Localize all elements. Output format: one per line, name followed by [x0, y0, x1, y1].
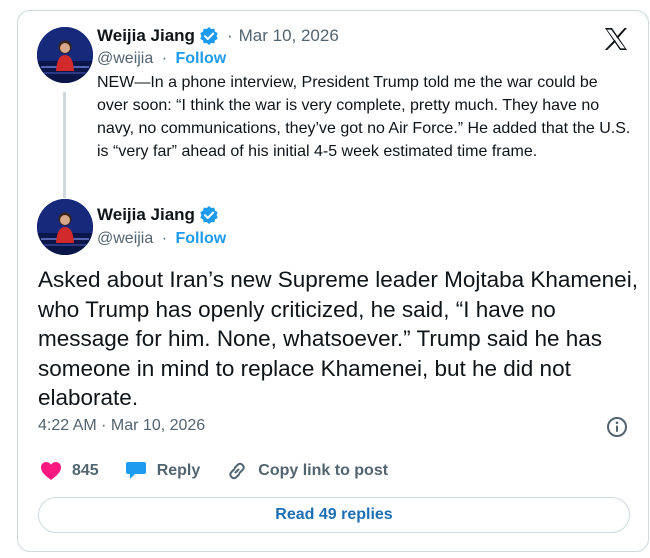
reply-label: Reply: [156, 462, 201, 479]
tweet-timestamp[interactable]: 4:22 AM · Mar 10, 2026: [38, 417, 205, 435]
separator-dot: ·: [161, 50, 168, 67]
like-button[interactable]: 845: [40, 461, 99, 481]
follow-button[interactable]: Follow: [176, 50, 227, 67]
read-replies-button[interactable]: Read 49 replies: [38, 497, 630, 533]
quoted-tweet-text: NEW—In a phone interview, President Trum…: [97, 74, 631, 160]
quoted-date[interactable]: Mar 10, 2026: [239, 26, 339, 46]
info-icon[interactable]: [606, 416, 628, 443]
quoted-handle[interactable]: @weijia: [97, 50, 153, 67]
read-replies-label: Read 49 replies: [275, 506, 393, 523]
x-logo-icon[interactable]: [603, 27, 629, 56]
main-handle[interactable]: @weijia: [97, 230, 153, 247]
main-author-avatar[interactable]: [37, 199, 93, 255]
heart-icon: [41, 462, 61, 480]
reply-button[interactable]: Reply: [125, 461, 201, 481]
separator-dot: ·: [226, 26, 233, 45]
quoted-author-name[interactable]: Weijia Jiang: [97, 26, 195, 46]
action-bar: 845 Reply Copy link to post: [40, 460, 414, 482]
main-author-row: Weijia Jiang: [97, 205, 219, 225]
like-count: 845: [72, 462, 99, 479]
copy-link-label: Copy link to post: [258, 462, 389, 479]
thread-connector: [63, 92, 66, 198]
reply-bubble-icon: [125, 462, 146, 479]
link-icon: [229, 462, 246, 480]
verified-badge-icon: [199, 205, 219, 225]
separator-dot: ·: [161, 230, 168, 247]
verified-badge-icon: [199, 26, 219, 46]
copy-link-button[interactable]: Copy link to post: [226, 460, 388, 482]
main-handle-row: @weijia · Follow: [97, 230, 226, 248]
follow-button[interactable]: Follow: [176, 230, 227, 247]
quoted-handle-row: @weijia · Follow: [97, 50, 226, 68]
quoted-author-avatar[interactable]: [37, 27, 93, 83]
quoted-author-row: Weijia Jiang · Mar 10, 2026: [97, 26, 339, 46]
main-author-name[interactable]: Weijia Jiang: [97, 205, 195, 225]
main-tweet-text: Asked about Iran’s new Supreme leader Mo…: [38, 267, 638, 410]
